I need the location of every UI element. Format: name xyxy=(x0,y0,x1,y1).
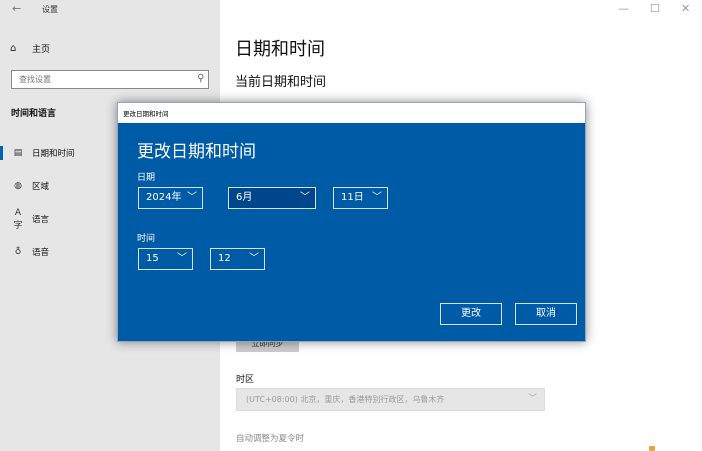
sidebar-item-label: 日期和时间 xyxy=(32,149,75,159)
hour-select[interactable]: 15 ﹀ xyxy=(138,248,193,270)
year-select[interactable]: 2024年 ﹀ xyxy=(138,187,203,209)
timezone-value: (UTC+08:00) 北京，重庆，香港特别行政区，乌鲁木齐 xyxy=(246,395,445,404)
year-value: 2024年 xyxy=(146,192,182,203)
date-label: 日期 xyxy=(137,173,156,183)
notification-marker xyxy=(649,446,655,451)
globe-icon: ◍ xyxy=(14,181,22,191)
sidebar-item-label: 语言 xyxy=(32,215,50,225)
chevron-down-icon: ﹀ xyxy=(249,253,259,264)
nav-home[interactable]: ⌂ 主页 xyxy=(10,40,50,56)
home-icon: ⌂ xyxy=(10,42,17,54)
section-title-current: 当前日期和时间 xyxy=(235,75,327,90)
back-arrow-icon[interactable]: ← xyxy=(12,2,21,15)
chevron-down-icon: ﹀ xyxy=(187,192,197,203)
timezone-select[interactable]: (UTC+08:00) 北京，重庆，香港特别行政区，乌鲁木齐 ﹀ xyxy=(236,388,545,411)
maximize-button[interactable]: ☐ xyxy=(650,2,660,15)
month-select[interactable]: 6月 ﹀ xyxy=(228,187,316,209)
dst-label: 自动调整为夏令时 xyxy=(236,434,305,444)
dialog-titlebar: 更改日期和时间 xyxy=(118,103,585,123)
time-label: 时间 xyxy=(137,234,156,244)
cancel-button[interactable]: 取消 xyxy=(515,303,577,325)
sidebar-item-label: 语音 xyxy=(32,248,50,258)
chevron-down-icon: ﹀ xyxy=(177,253,187,264)
app-title: 设置 xyxy=(42,5,58,14)
day-select[interactable]: 11日 ﹀ xyxy=(333,187,388,209)
close-button[interactable]: ✕ xyxy=(681,2,690,15)
chevron-down-icon: ﹀ xyxy=(372,192,382,203)
day-value: 11日 xyxy=(341,192,364,203)
chevron-down-icon: ﹀ xyxy=(527,394,537,404)
dialog-heading: 更改日期和时间 xyxy=(137,142,256,162)
change-button[interactable]: 更改 xyxy=(440,303,502,325)
search-input[interactable] xyxy=(12,71,188,88)
minute-value: 12 xyxy=(218,253,231,264)
calendar-clock-icon: ▤ xyxy=(13,148,23,158)
titlebar-left: ← 设置 xyxy=(0,0,220,18)
minimize-button[interactable]: — xyxy=(618,2,629,15)
section-label: 时间和语言 xyxy=(11,109,57,119)
chevron-down-icon: ﹀ xyxy=(300,192,310,203)
change-date-time-dialog: 更改日期和时间 更改日期和时间 日期 2024年 ﹀ 6月 ﹀ 11日 ﹀ 时间… xyxy=(117,102,586,342)
nav-home-label: 主页 xyxy=(32,44,51,55)
language-icon: A字 xyxy=(13,207,23,231)
active-indicator xyxy=(0,146,3,160)
search-icon[interactable]: ⚲ xyxy=(197,73,204,84)
dialog-window-title: 更改日期和时间 xyxy=(123,110,169,118)
sidebar-item-label: 区域 xyxy=(32,182,50,192)
hour-value: 15 xyxy=(146,253,159,264)
minute-select[interactable]: 12 ﹀ xyxy=(210,248,265,270)
timezone-label: 时区 xyxy=(236,375,255,385)
microphone-icon: ♁ xyxy=(14,247,22,257)
search-box[interactable]: ⚲ xyxy=(11,70,209,89)
month-value: 6月 xyxy=(236,192,253,203)
page-title: 日期和时间 xyxy=(235,39,325,60)
